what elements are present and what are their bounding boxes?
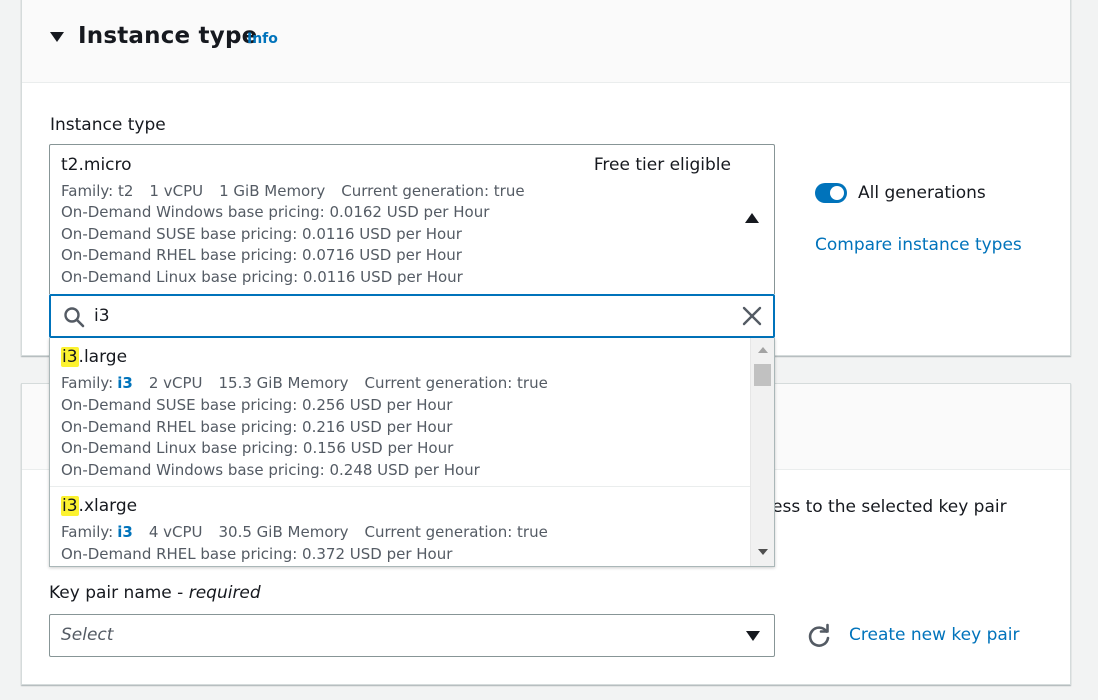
option-name: i3.large <box>61 347 127 367</box>
selected-instance-meta: Family: t2 1 vCPU 1 GiB Memory Current gene… <box>61 182 541 200</box>
scrollbar[interactable] <box>750 338 774 566</box>
pricing-line: On-Demand SUSE base pricing: 0.0116 USD … <box>61 225 462 243</box>
generation: Current generation: true <box>364 374 548 392</box>
all-generations-label: All generations <box>858 183 986 203</box>
panel-title: Instance type <box>78 23 258 49</box>
scrollbar-thumb[interactable] <box>754 364 771 386</box>
match-highlight: i3 <box>61 347 79 367</box>
toggle-knob <box>830 186 844 200</box>
instance-type-panel-header: Instance type Info <box>22 0 1070 83</box>
info-link[interactable]: Info <box>247 31 278 47</box>
compare-instance-types-link[interactable]: Compare instance types <box>815 235 1022 255</box>
pricing-line: On-Demand Windows base pricing: 0.248 US… <box>61 461 480 479</box>
key-pair-label-text: Key pair name - <box>49 583 189 603</box>
scroll-down-icon[interactable] <box>758 549 768 555</box>
instance-type-options-list[interactable]: i3.large Family: i3 2 vCPU 15.3 GiB Memory C… <box>49 338 775 567</box>
pricing-line: On-Demand RHEL base pricing: 0.372 USD p… <box>61 545 453 563</box>
pricing-line: On-Demand Linux base pricing: 0.156 USD … <box>61 439 454 457</box>
selected-instance-name: t2.micro <box>61 155 132 175</box>
scroll-up-icon[interactable] <box>758 347 768 353</box>
list-item[interactable]: i3.large Family: i3 2 vCPU 15.3 GiB Memory C… <box>50 338 750 486</box>
vcpu: 2 vCPU <box>148 374 203 392</box>
option-meta: Family: i3 4 vCPU 30.5 GiB Memory Current ge… <box>61 523 564 541</box>
pricing-line: On-Demand RHEL base pricing: 0.0716 USD … <box>61 246 462 264</box>
search-input-value[interactable]: i3 <box>94 306 110 326</box>
search-icon <box>64 307 85 328</box>
all-generations-toggle[interactable] <box>815 183 847 203</box>
instance-type-search[interactable]: i3 <box>49 294 775 338</box>
key-pair-select-placeholder: Select <box>61 625 114 645</box>
free-tier-badge: Free tier eligible <box>593 155 731 175</box>
generation: Current generation: true <box>341 182 525 200</box>
option-name-rest: .xlarge <box>78 496 138 516</box>
collapse-caret-icon[interactable] <box>50 32 64 42</box>
chevron-up-icon[interactable] <box>745 213 759 223</box>
match-highlight: i3 <box>61 496 79 516</box>
instance-type-select[interactable]: t2.micro Free tier eligible Family: t2 1 … <box>49 144 775 294</box>
family-label: Family: <box>61 374 114 392</box>
instance-type-label: Instance type <box>50 115 166 135</box>
family-value: i3 <box>117 374 133 392</box>
memory: 15.3 GiB Memory <box>218 374 349 392</box>
close-icon[interactable] <box>741 305 763 327</box>
key-pair-description: ess to the selected key pair <box>772 497 1007 517</box>
family: Family: t2 <box>61 182 134 200</box>
option-meta: Family: i3 2 vCPU 15.3 GiB Memory Current ge… <box>61 374 564 392</box>
refresh-icon[interactable] <box>806 623 832 649</box>
required-label: required <box>188 583 261 603</box>
vcpu: 4 vCPU <box>148 523 203 541</box>
pricing-line: On-Demand Linux base pricing: 0.0116 USD… <box>61 268 463 286</box>
pricing-line: On-Demand RHEL base pricing: 0.216 USD p… <box>61 418 453 436</box>
key-pair-label: Key pair name - required <box>49 583 261 603</box>
option-name: i3.xlarge <box>61 496 137 516</box>
generation: Current generation: true <box>364 523 548 541</box>
family-value: i3 <box>117 523 133 541</box>
memory: 1 GiB Memory <box>219 182 326 200</box>
option-name-rest: .large <box>78 347 128 367</box>
memory: 30.5 GiB Memory <box>218 523 349 541</box>
create-key-pair-link[interactable]: Create new key pair <box>849 625 1020 645</box>
vcpu: 1 vCPU <box>149 182 204 200</box>
family-label: Family: <box>61 523 114 541</box>
pricing-line: On-Demand SUSE base pricing: 0.256 USD p… <box>61 396 453 414</box>
list-item[interactable]: i3.xlarge Family: i3 4 vCPU 30.5 GiB Memory… <box>50 487 750 566</box>
pricing-line: On-Demand Windows base pricing: 0.0162 U… <box>61 203 490 221</box>
key-pair-select[interactable]: Select <box>49 614 775 657</box>
chevron-down-icon <box>746 631 760 641</box>
